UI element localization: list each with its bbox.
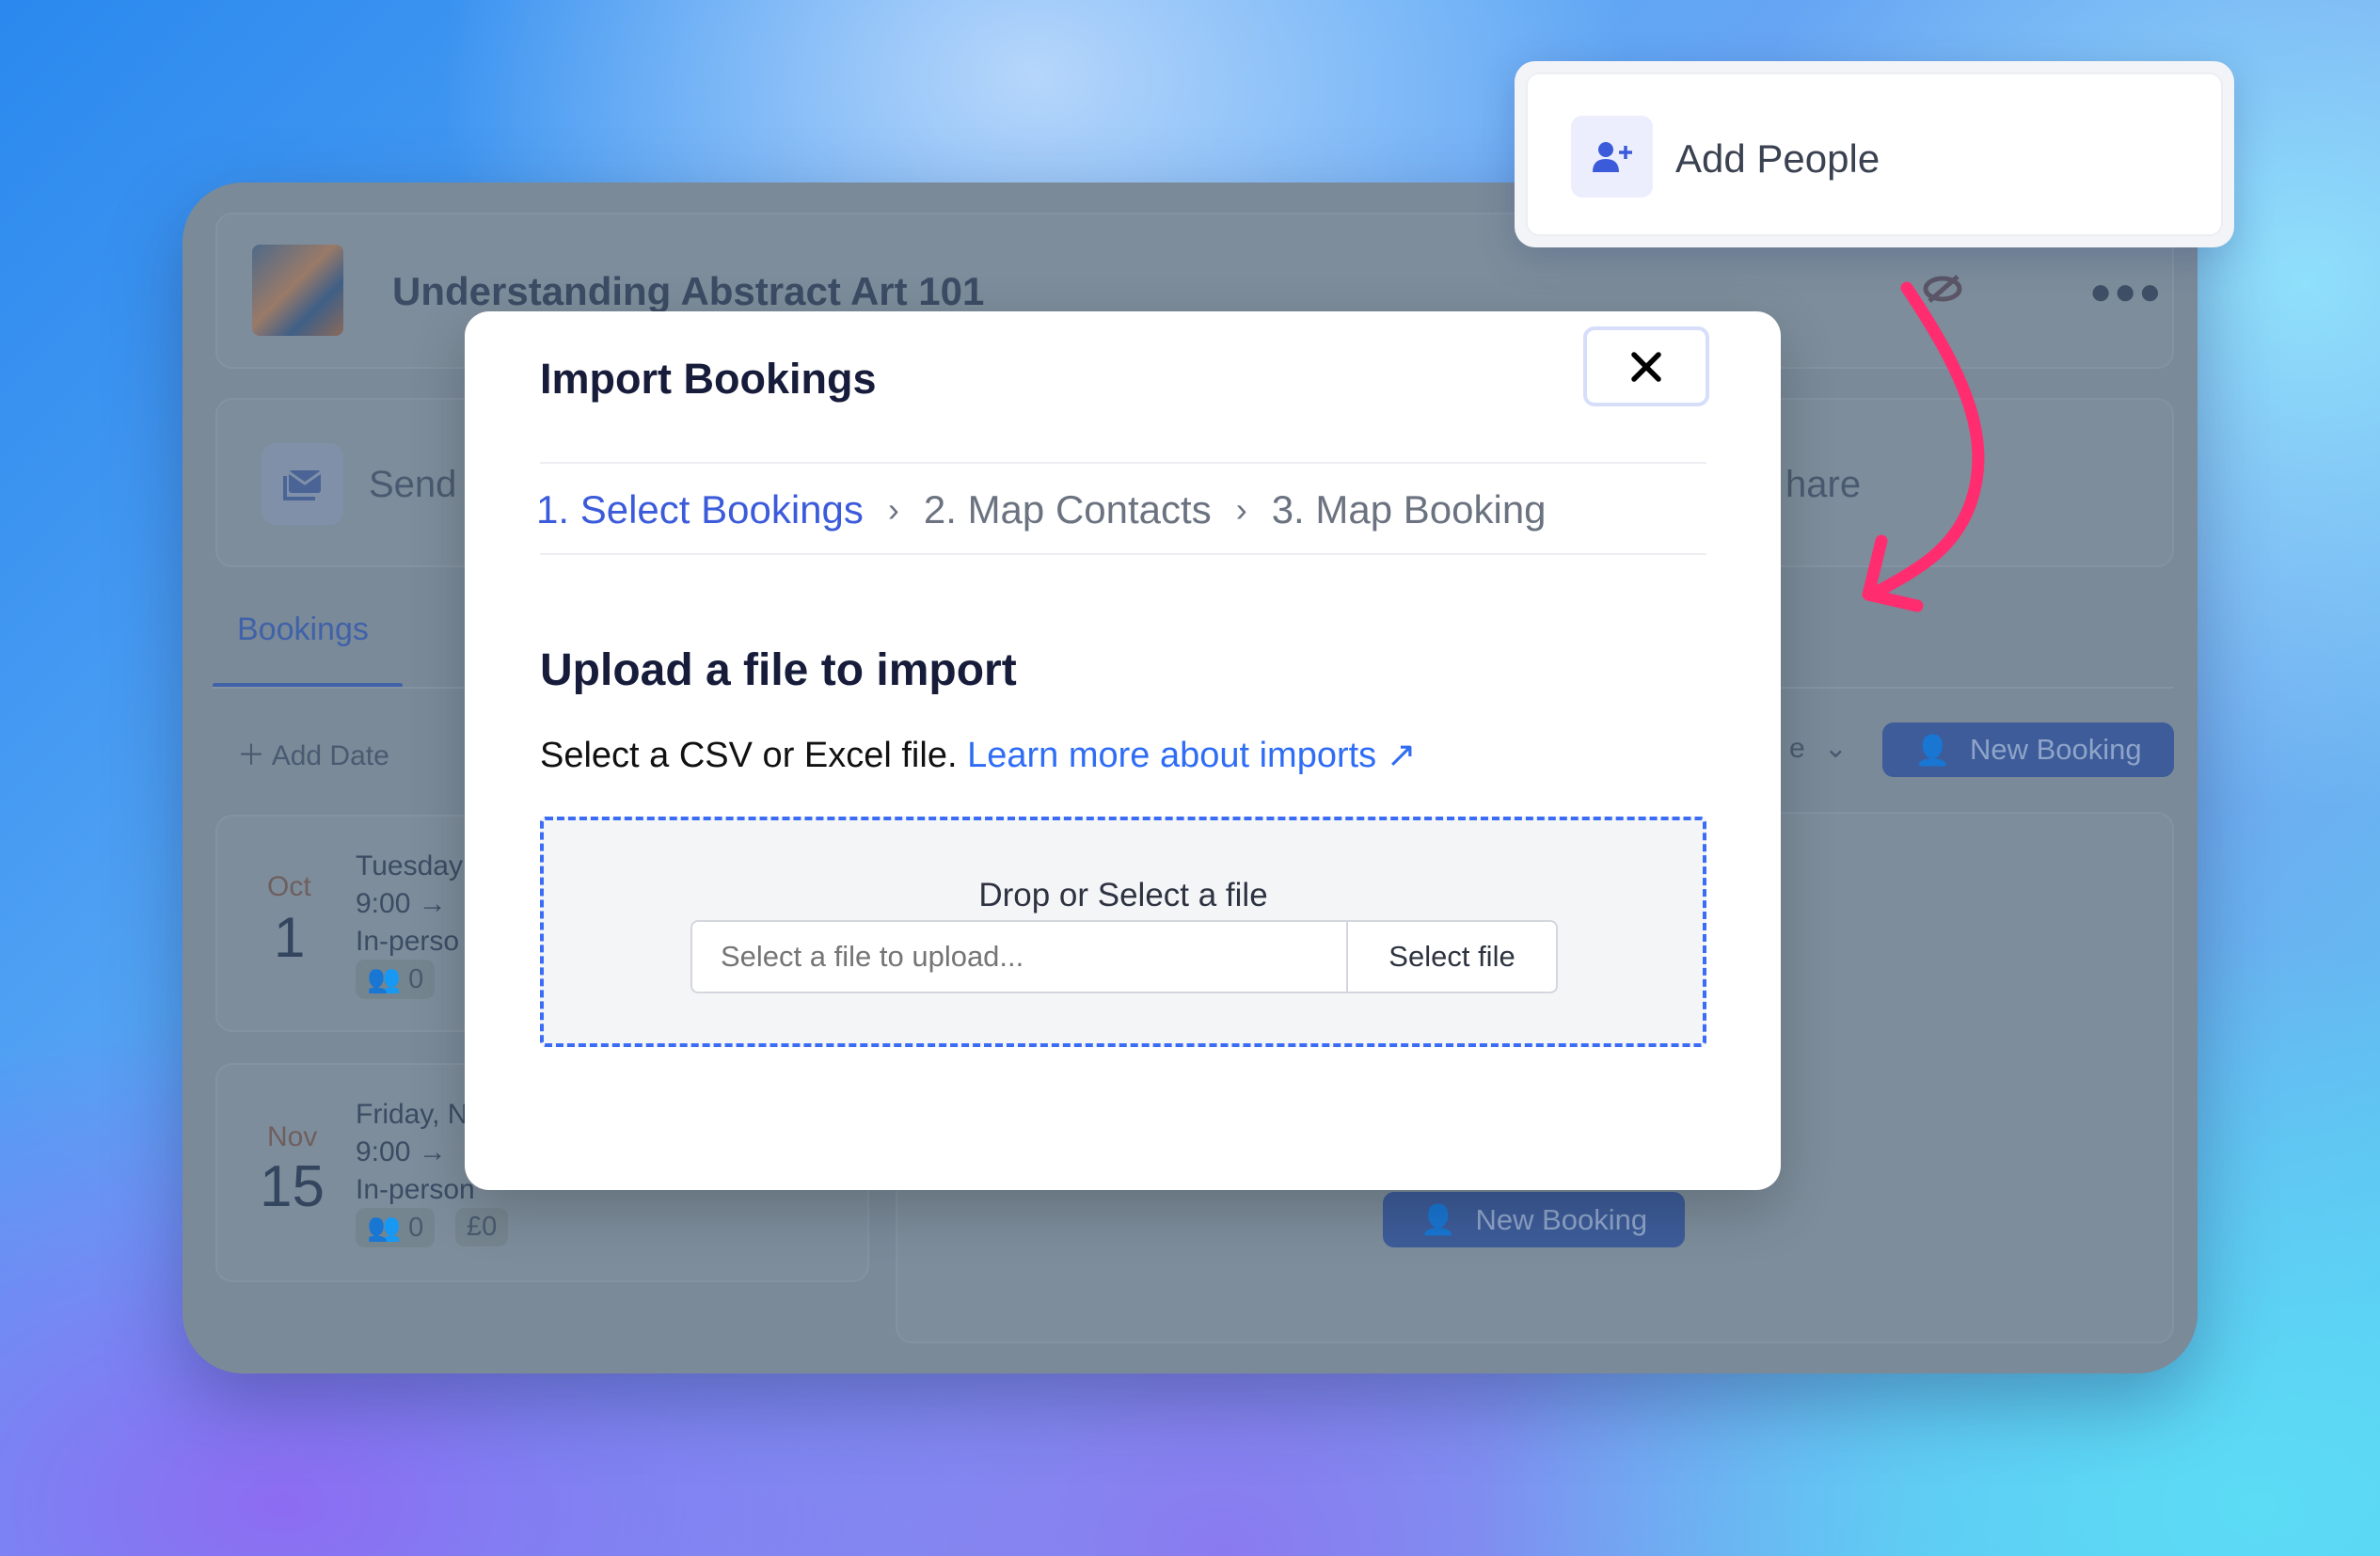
curved-arrow-icon: [1862, 281, 1985, 612]
